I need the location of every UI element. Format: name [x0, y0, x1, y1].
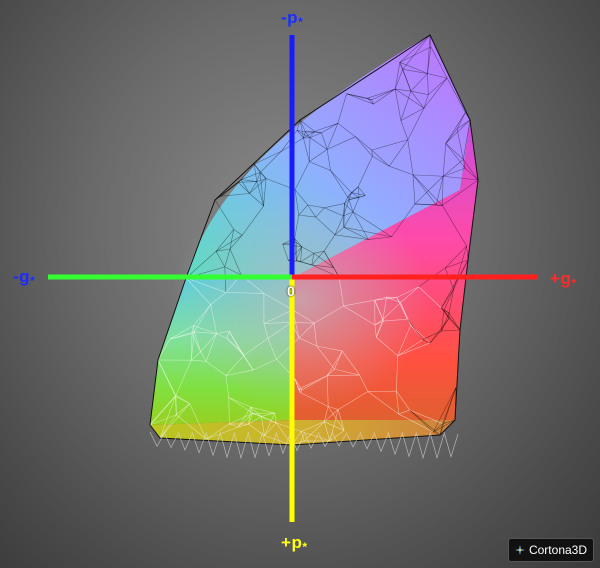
- axis-label-neg-g: -g*: [13, 267, 36, 288]
- gamut-diagram: [48, 34, 538, 522]
- cortona3d-badge[interactable]: Cortona3D: [508, 538, 594, 562]
- gamut-face-lower: [150, 420, 455, 445]
- axis-label-neg-p: -p*: [281, 8, 304, 29]
- mesh-skirt-edge: [443, 431, 459, 458]
- gamut-solid: [150, 35, 478, 445]
- origin-label: 0: [287, 283, 295, 299]
- brand-name: Cortona3D: [528, 543, 587, 557]
- cortona-logo-icon: [515, 545, 525, 555]
- axis-label-pos-p: +p*: [281, 533, 308, 554]
- gamut-core-haze: [170, 190, 430, 410]
- axis-label-pos-g: +g*: [550, 269, 577, 290]
